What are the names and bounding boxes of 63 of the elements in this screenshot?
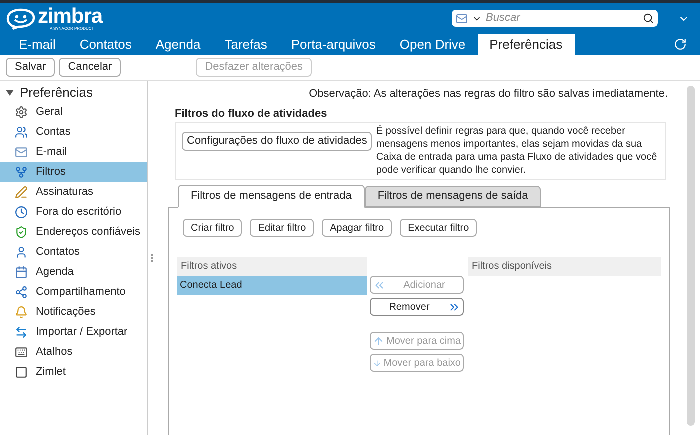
note-text: Observação: As alterações nas regras do filtro são salvas imediatamente.	[308, 87, 669, 102]
sidebar-item[interactable]: E-mail	[0, 142, 147, 162]
search-icon[interactable]	[643, 13, 654, 24]
envelope-icon	[456, 12, 468, 24]
filter-tab[interactable]: Filtros de mensagens de saída	[364, 186, 542, 207]
app-tab[interactable]: Open Drive	[388, 34, 478, 55]
keyboard-icon	[15, 346, 28, 358]
up-arrow-icon	[373, 334, 385, 348]
sidebar-item[interactable]: Contatos	[0, 242, 147, 262]
arrows-icon	[15, 326, 28, 338]
search-field[interactable]: Buscar	[486, 10, 639, 27]
app-tab[interactable]: Contatos	[68, 34, 144, 55]
app-tab[interactable]: Agenda	[144, 34, 213, 55]
sidebar-item[interactable]: Assinaturas	[0, 182, 147, 202]
scrollbar-icon[interactable]	[687, 86, 695, 426]
square-icon	[15, 366, 28, 378]
people-icon	[15, 126, 28, 138]
description-text: É possível definir regras para que, quando você receber mensagens menos importantes, elas sejam movidas da sua Caixa de entrada para uma pasta Fluxo de atividades que você pode verificar quando lhe convier.	[376, 125, 658, 177]
sidebar-item[interactable]: Compartilhamento	[0, 282, 147, 302]
section-title: Filtros do fluxo de atividades	[175, 106, 328, 122]
resize-handle-icon[interactable]	[151, 254, 153, 262]
list-header: Filtros ativos	[177, 257, 367, 276]
sidebar-item[interactable]: Contas	[0, 122, 147, 142]
filter-action-button[interactable]: Executar filtro	[400, 219, 478, 237]
sidebar-title: Preferências	[20, 84, 93, 102]
sidebar-item[interactable]: Filtros	[0, 162, 147, 182]
list-header: Filtros disponíveis	[468, 257, 661, 276]
filter-tab[interactable]: Filtros de mensagens de entrada	[178, 185, 365, 208]
bell-icon	[15, 306, 28, 318]
clock-icon	[15, 206, 28, 218]
person-icon	[15, 246, 28, 258]
filter-action-button[interactable]: Criar filtro	[183, 219, 242, 237]
sidebar-item[interactable]: Atalhos	[0, 342, 147, 362]
fork-icon	[15, 166, 28, 178]
refresh-icon[interactable]	[674, 38, 687, 51]
filter-action-button[interactable]: Editar filtro	[250, 219, 314, 237]
toolbar-button[interactable]: Salvar	[6, 58, 56, 77]
sidebar-item[interactable]: Agenda	[0, 262, 147, 282]
sidebar-item[interactable]: Importar / Exportar	[0, 322, 147, 342]
filter-row[interactable]: Conecta Lead	[177, 276, 367, 295]
smiley-logo-icon	[6, 8, 36, 30]
toolbar-button[interactable]: Cancelar	[59, 58, 122, 77]
envelope-icon	[15, 146, 28, 158]
calendar-icon	[15, 266, 28, 278]
search-bar[interactable]: Buscar	[452, 10, 658, 27]
app-tab[interactable]: Preferências	[478, 34, 575, 55]
expand-triangle-icon[interactable]	[6, 89, 14, 97]
shield-icon	[15, 226, 28, 238]
sidebar-item[interactable]: Endereços confiáveis	[0, 222, 147, 242]
logo-wordmark: zimbra	[38, 6, 103, 27]
app-tab[interactable]: Tarefas	[212, 34, 280, 55]
share-icon	[15, 286, 28, 298]
sidebar-item[interactable]: Fora do escritório	[0, 202, 147, 222]
activity-stream-settings-button[interactable]: Configurações do fluxo de atividades	[182, 132, 372, 151]
move-button[interactable]: Remover	[370, 298, 464, 316]
filter-action-button[interactable]: Apagar filtro	[322, 219, 392, 237]
sidebar-item[interactable]: Zimlet	[0, 362, 147, 382]
pen-icon	[15, 186, 28, 198]
gear-icon	[15, 106, 28, 118]
app-tab[interactable]: E-mail	[7, 34, 68, 55]
sidebar-item[interactable]: Geral	[0, 102, 147, 122]
sidebar-item[interactable]: Notificações	[0, 302, 147, 322]
app-tab[interactable]: Porta-arquivos	[279, 34, 388, 55]
